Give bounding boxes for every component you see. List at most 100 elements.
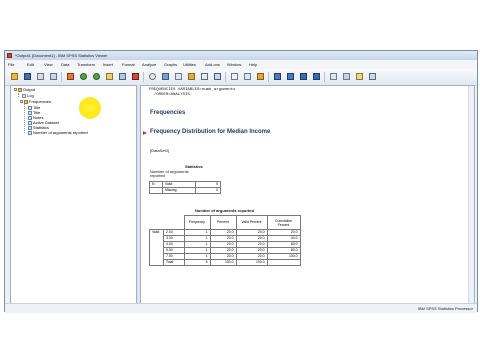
recall-dialog-button[interactable]: [65, 71, 76, 82]
open-button[interactable]: [9, 71, 20, 82]
outline-pane[interactable]: Output Log Frequencies Title Title Notes…: [10, 85, 137, 309]
hide-button[interactable]: [242, 71, 253, 82]
menu-addons[interactable]: Add-ons: [205, 62, 220, 67]
syntax-line-2: /ORDER=ANALYSIS.: [149, 93, 193, 97]
table-row: Total 5 100.0 100.0: [150, 259, 301, 266]
tree-node-frequency-table[interactable]: Number of arguments reported: [28, 130, 88, 135]
tree-node-log[interactable]: Log: [22, 93, 34, 98]
menu-data[interactable]: Data: [61, 62, 69, 67]
output-book-icon: [18, 87, 22, 92]
undo-button[interactable]: [78, 71, 89, 82]
output-content-pane[interactable]: FREQUENCIES VARIABLES=numb_arguments /OR…: [140, 85, 475, 309]
collapse-toggle-icon[interactable]: [20, 100, 23, 104]
edit-icon: [356, 73, 363, 80]
collapse-button[interactable]: [311, 71, 322, 82]
expand-button[interactable]: [298, 71, 309, 82]
case-icon: [119, 73, 126, 80]
view-hidden-icon: [343, 73, 350, 80]
goto-data-button[interactable]: [104, 71, 115, 82]
save-button[interactable]: [22, 71, 33, 82]
collapse-toggle-icon[interactable]: [14, 88, 17, 92]
tree-node-frequencies[interactable]: Frequencies: [20, 99, 51, 104]
menu-help[interactable]: Help: [249, 62, 257, 67]
printer-icon: [37, 73, 44, 80]
text-icon: [201, 73, 208, 80]
promote-button[interactable]: [272, 71, 283, 82]
menu-transform[interactable]: Transform: [77, 62, 95, 67]
dialog-icon: [67, 73, 74, 80]
insert-icon: [188, 73, 195, 80]
options-icon: [369, 73, 376, 80]
cell-cumulative-percent: [266, 259, 301, 266]
menu-file[interactable]: File: [8, 62, 14, 67]
menu-view[interactable]: View: [44, 62, 53, 67]
show-icon: [231, 73, 238, 80]
vertical-scrollbar[interactable]: [468, 86, 474, 308]
stat-missing-label: Missing: [162, 187, 196, 194]
col-header-cumulative-percent: Cumulative Percent: [266, 215, 301, 230]
export-icon: [50, 73, 57, 80]
toolbar-separator: [268, 72, 269, 82]
chart-button[interactable]: [160, 71, 171, 82]
col-header-frequency: Frequency: [183, 215, 211, 230]
toolbar: [5, 69, 477, 86]
frequencies-heading: Frequencies: [150, 110, 186, 116]
designate-button[interactable]: [255, 71, 266, 82]
hide-all-button[interactable]: [341, 71, 352, 82]
designate-icon: [257, 73, 264, 80]
show-all-button[interactable]: [328, 71, 339, 82]
edit-button[interactable]: [354, 71, 365, 82]
cursor-highlight: [79, 97, 101, 119]
disk-icon: [24, 73, 31, 80]
heading-icon: [214, 73, 221, 80]
insert-text-button[interactable]: [199, 71, 210, 82]
stat-missing-value: 0: [195, 187, 221, 194]
menu-window[interactable]: Window: [227, 62, 241, 67]
menu-insert[interactable]: Insert: [103, 62, 113, 67]
stat-n-empty: [149, 187, 163, 194]
menu-format[interactable]: Format: [122, 62, 135, 67]
selection-arrow-icon: [143, 131, 147, 135]
statistics-var-label: Number of arguments reported: [150, 169, 189, 178]
frequency-table: Frequency Percent Valid Percent Cumulati…: [149, 215, 301, 266]
cell-percent: 100.0: [209, 259, 237, 266]
show-button[interactable]: [229, 71, 240, 82]
row-value: Total: [163, 259, 185, 266]
toolbar-separator: [143, 72, 144, 82]
undo-icon: [80, 73, 87, 80]
log-icon: [22, 93, 26, 98]
insert-heading-button[interactable]: [212, 71, 223, 82]
arrow-right-icon: [287, 73, 294, 80]
print-button[interactable]: [35, 71, 46, 82]
tree-node-output[interactable]: Output: [14, 87, 35, 92]
insert-output-button[interactable]: [186, 71, 197, 82]
goto-case-button[interactable]: [117, 71, 128, 82]
variables-button[interactable]: [130, 71, 141, 82]
menu-graphs[interactable]: Graphs: [164, 62, 177, 67]
cell-frequency: 5: [183, 259, 211, 266]
folder-icon: [11, 73, 18, 80]
menu-utilities[interactable]: Utilities: [183, 62, 196, 67]
table-button[interactable]: [173, 71, 184, 82]
variables-icon: [132, 73, 139, 80]
cell-valid-percent: 100.0: [235, 259, 268, 266]
menu-edit[interactable]: Edit: [27, 62, 34, 67]
frequency-distribution-title: Frequency Distribution for Median Income: [150, 129, 271, 135]
col-header-valid-percent: Valid Percent: [235, 215, 268, 230]
options-button[interactable]: [367, 71, 378, 82]
export-button[interactable]: [48, 71, 59, 82]
status-bar: IBM SPSS Statistics Processor: [5, 303, 477, 313]
statistics-table: N Valid 5 Missing 0: [149, 181, 221, 194]
freq-table-title: Number of arguments reported: [195, 208, 254, 213]
table-icon: [28, 130, 32, 135]
find-button[interactable]: [147, 71, 158, 82]
menu-analyze[interactable]: Analyze: [142, 62, 156, 67]
view-icon: [330, 73, 337, 80]
chart-icon: [162, 73, 169, 80]
tree-connector: [24, 100, 25, 133]
app-icon: [7, 53, 12, 58]
redo-button[interactable]: [91, 71, 102, 82]
toolbar-separator: [225, 72, 226, 82]
demote-button[interactable]: [285, 71, 296, 82]
window-title: *Output1 [Document1] - IBM SPSS Statisti…: [15, 53, 108, 58]
